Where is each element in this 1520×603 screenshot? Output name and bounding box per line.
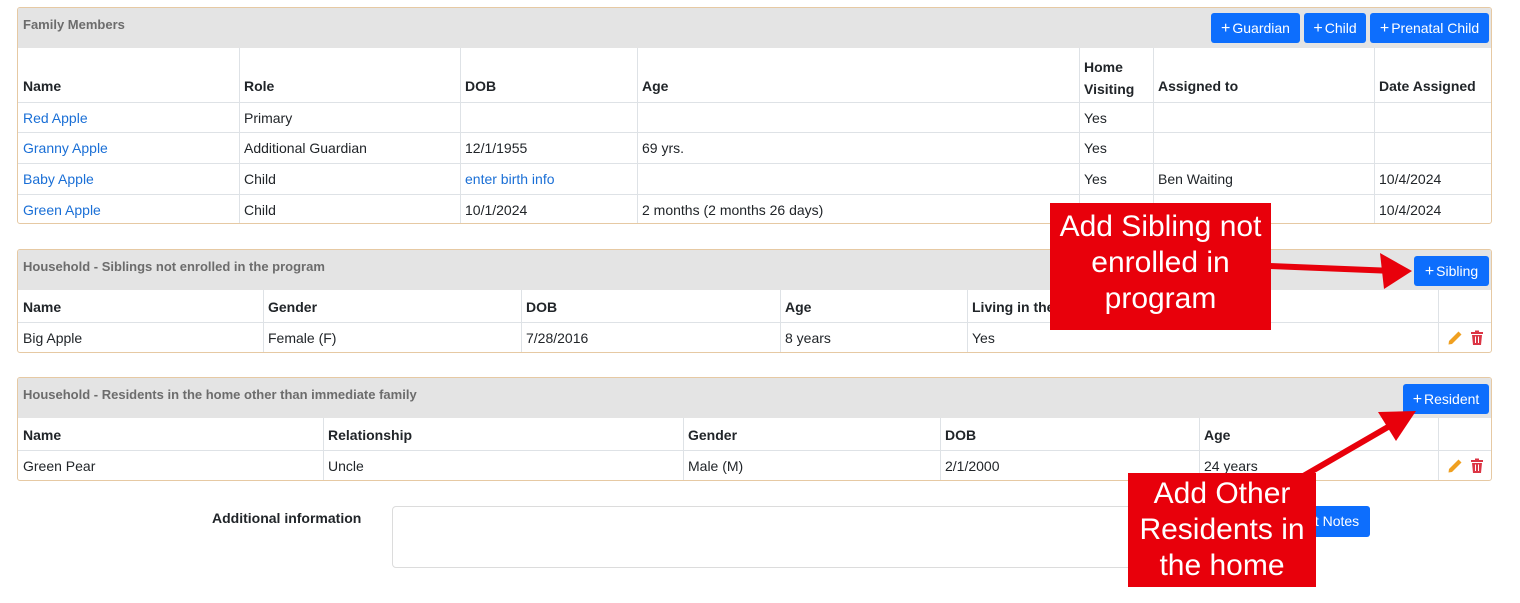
residents-title: Household - Residents in the home other … [23,387,417,402]
column-divider [460,48,461,223]
member-name-link[interactable]: Granny Apple [23,140,108,156]
header-age: Age [642,78,669,94]
resident-relationship: Uncle [328,458,364,474]
header-relationship: Relationship [328,427,413,443]
header-dob: DOB [526,299,558,315]
column-divider [1079,48,1080,223]
column-divider [637,48,638,223]
member-name-link[interactable]: Green Apple [23,202,101,218]
member-home-visiting: Yes [1084,171,1107,187]
add-child-button[interactable]: + Child [1304,13,1366,43]
header-living-in-home: Living in the [972,299,1055,315]
row-divider [18,102,1491,103]
resident-name: Green Pear [23,458,96,474]
header-name: Name [23,78,62,94]
residents-header: Household - Residents in the home other … [18,378,1491,418]
header-assigned-to: Assigned to [1158,78,1239,94]
member-name-link[interactable]: Baby Apple [23,171,94,187]
header-home-visiting: Home Visiting [1084,59,1135,97]
trash-icon[interactable] [1469,330,1485,346]
row-divider [18,132,1491,133]
member-assigned-to: Ben Waiting [1158,171,1233,187]
member-role: Child [244,202,276,218]
member-role: Additional Guardian [244,140,367,156]
header-gender: Gender [688,427,738,443]
plus-icon: + [1221,20,1231,37]
header-age: Age [785,299,812,315]
member-date-assigned: 10/4/2024 [1379,171,1442,187]
pencil-icon[interactable] [1447,458,1463,474]
plus-icon: + [1412,391,1423,408]
resident-age: 24 years [1204,458,1258,474]
member-dob: 10/1/2024 [465,202,528,218]
member-age: 69 yrs. [642,140,685,156]
pencil-icon[interactable] [1447,330,1463,346]
member-role: Child [244,171,276,187]
member-role: Primary [244,110,293,126]
add-resident-button[interactable]: + Resident [1403,384,1489,414]
member-dob: 12/1/1955 [465,140,528,156]
column-divider [1374,48,1375,223]
header-age: Age [1204,427,1231,443]
header-gender: Gender [268,299,318,315]
sibling-name: Big Apple [23,330,83,346]
add-sibling-button[interactable]: + Sibling [1414,256,1489,286]
sibling-gender: Female (F) [268,330,337,346]
member-home-visiting: Yes [1084,110,1107,126]
column-divider [239,48,240,223]
row-divider [18,163,1491,164]
member-age: 2 months (2 months 26 days) [642,202,824,218]
header-dob: DOB [465,78,497,94]
sibling-dob: 7/28/2016 [526,330,589,346]
add-guardian-button[interactable]: + Guardian [1211,13,1300,43]
member-date-assigned: 10/4/2024 [1379,202,1442,218]
add-resident-callout: Add Other Residents in the home [1128,473,1316,587]
family-members-header: Family Members + Guardian + Child + Prenata… [18,8,1491,48]
header-name: Name [23,299,62,315]
plus-icon: + [1313,20,1323,37]
header-date-assigned: Date Assigned [1379,78,1476,94]
enter-birth-info-link[interactable]: enter birth info [465,171,555,187]
plus-icon: + [1424,263,1435,280]
member-home-visiting: Yes [1084,140,1107,156]
sibling-living-in-home: Yes [972,330,995,346]
family-members-panel: Family Members + Guardian + Child + Prenata… [17,7,1492,224]
header-name: Name [23,427,62,443]
residents-panel: Household - Residents in the home other … [17,377,1492,481]
resident-dob: 2/1/2000 [945,458,1000,474]
row-divider [18,194,1491,195]
member-name-link[interactable]: Red Apple [23,110,88,126]
resident-gender: Male (M) [688,458,744,474]
family-members-title: Family Members [23,17,125,32]
sibling-age: 8 years [785,330,831,346]
trash-icon[interactable] [1469,458,1485,474]
add-sibling-callout: Add Sibling not enrolled in program [1050,203,1271,330]
plus-icon: + [1379,20,1390,37]
additional-information-field[interactable] [392,506,1162,568]
additional-information-label: Additional information [212,510,362,526]
add-prenatal-child-button[interactable]: + Prenatal Child [1370,13,1489,43]
column-divider [1153,48,1154,223]
header-role: Role [244,78,275,94]
row-divider [18,450,1491,451]
siblings-title: Household - Siblings not enrolled in the… [23,259,325,274]
header-dob: DOB [945,427,977,443]
